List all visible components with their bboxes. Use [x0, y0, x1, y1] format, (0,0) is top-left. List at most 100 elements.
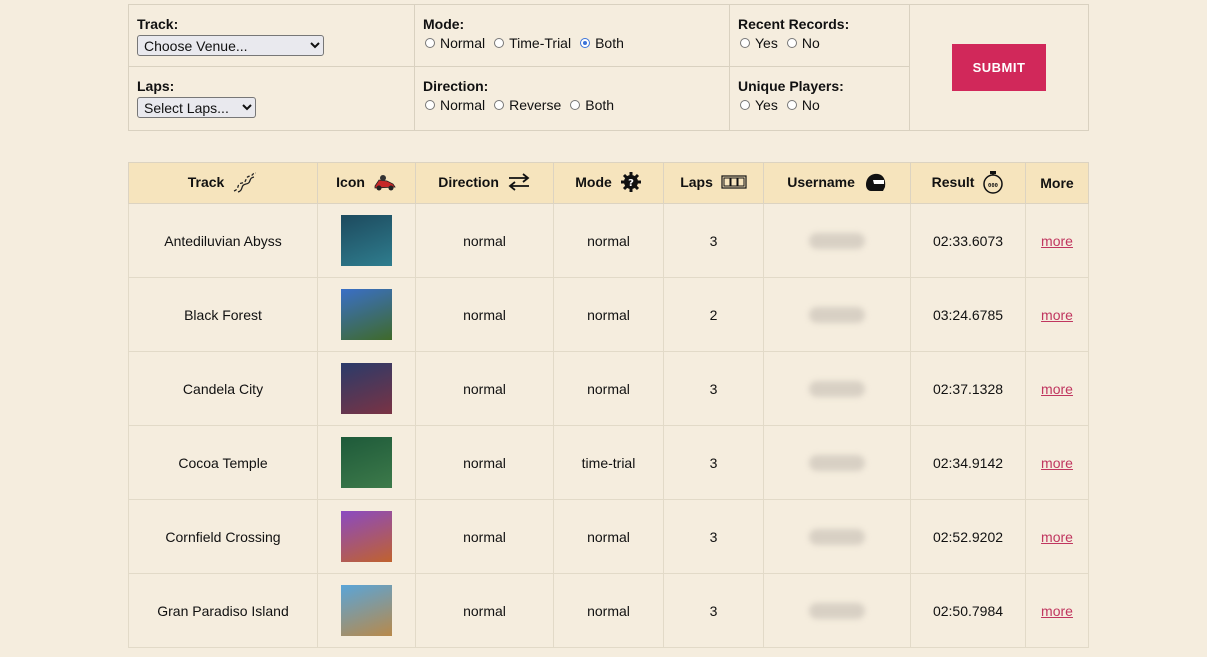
- stopwatch-icon: 000: [982, 170, 1004, 197]
- more-cell: more: [1025, 425, 1089, 500]
- track-cell: Gran Paradiso Island: [128, 573, 318, 648]
- unique-players-radio-no[interactable]: No: [785, 97, 820, 113]
- radio-checked-icon[interactable]: [580, 38, 591, 48]
- recent-records-radio-group: Yes No: [738, 35, 901, 51]
- radio-circle-icon[interactable]: [494, 100, 505, 110]
- recent-records-radio-yes[interactable]: Yes: [738, 35, 778, 51]
- header-direction[interactable]: Direction: [415, 162, 554, 204]
- result-cell: 02:34.9142: [910, 425, 1026, 500]
- swap-arrows-icon: [507, 172, 531, 195]
- unique-players-radio-yes[interactable]: Yes: [738, 97, 778, 113]
- radio-label: No: [801, 35, 820, 51]
- laps-cell: 3: [663, 573, 764, 648]
- result-cell: 02:50.7984: [910, 573, 1026, 648]
- direction-cell: normal: [415, 573, 554, 648]
- username-cell: [763, 351, 911, 426]
- track-cell: Cocoa Temple: [128, 425, 318, 500]
- icon-cell: [317, 203, 416, 278]
- radio-circle-icon[interactable]: [786, 100, 797, 110]
- header-username[interactable]: Username: [763, 162, 911, 204]
- result-cell: 02:52.9202: [910, 499, 1026, 574]
- radio-circle-icon[interactable]: [425, 38, 435, 48]
- unique-players-filter-cell: Unique Players: Yes No: [729, 66, 910, 131]
- more-link[interactable]: more: [1041, 529, 1073, 545]
- more-cell: more: [1025, 203, 1089, 278]
- result-cell: 02:37.1328: [910, 351, 1026, 426]
- submit-button[interactable]: SUBMIT: [952, 44, 1046, 91]
- recent-records-label: Recent Records:: [738, 16, 850, 32]
- kart-icon: [373, 172, 397, 195]
- radio-label: Both: [585, 97, 615, 113]
- header-mode-label: Mode: [575, 173, 612, 190]
- direction-radio-both[interactable]: Both: [568, 97, 614, 113]
- icon-cell: [317, 277, 416, 352]
- mode-radio-normal[interactable]: Normal: [423, 35, 485, 51]
- track-thumbnail: [341, 511, 392, 562]
- username-cell: [763, 573, 911, 648]
- radio-circle-icon[interactable]: [494, 38, 505, 48]
- submit-cell: SUBMIT: [909, 4, 1089, 131]
- more-cell: more: [1025, 573, 1089, 648]
- header-icon[interactable]: Icon: [317, 162, 416, 204]
- header-laps[interactable]: Laps: [663, 162, 764, 204]
- blurred-username: [809, 233, 865, 250]
- header-username-label: Username: [787, 173, 855, 190]
- laps-select[interactable]: Select Laps...: [137, 97, 256, 118]
- direction-cell: normal: [415, 425, 554, 500]
- laps-cell: 2: [663, 277, 764, 352]
- direction-cell: normal: [415, 203, 554, 278]
- winding-road-icon: [232, 171, 258, 196]
- unique-players-radio-group: Yes No: [738, 97, 901, 113]
- table-row: Antediluvian Abyss normal normal 3 02:33.607…: [128, 203, 1089, 278]
- laps-cell: 3: [663, 203, 764, 278]
- icon-cell: [317, 573, 416, 648]
- mode-cell: normal: [553, 277, 664, 352]
- radio-circle-icon[interactable]: [425, 100, 435, 110]
- more-link[interactable]: more: [1041, 455, 1073, 471]
- more-link[interactable]: more: [1041, 233, 1073, 249]
- mode-cell: normal: [553, 351, 664, 426]
- icon-cell: [317, 499, 416, 574]
- radio-circle-icon[interactable]: [786, 38, 797, 48]
- track-cell: Antediluvian Abyss: [128, 203, 318, 278]
- mode-radio-both[interactable]: Both: [578, 35, 624, 51]
- more-link[interactable]: more: [1041, 381, 1073, 397]
- header-laps-label: Laps: [680, 173, 713, 190]
- more-cell: more: [1025, 351, 1089, 426]
- direction-radio-reverse[interactable]: Reverse: [492, 97, 561, 113]
- mode-radio-time-trial[interactable]: Time-Trial: [492, 35, 571, 51]
- mode-cell: normal: [553, 499, 664, 574]
- mode-cell: normal: [553, 203, 664, 278]
- username-cell: [763, 425, 911, 500]
- header-direction-label: Direction: [438, 173, 499, 190]
- radio-label: Normal: [440, 97, 486, 113]
- more-link[interactable]: more: [1041, 307, 1073, 323]
- direction-radio-normal[interactable]: Normal: [423, 97, 485, 113]
- header-track[interactable]: Track: [128, 162, 318, 204]
- more-link[interactable]: more: [1041, 603, 1073, 619]
- blurred-username: [809, 603, 865, 620]
- lap-counter-icon: [721, 174, 747, 193]
- table-row: Gran Paradiso Island normal normal 3 02:50.7…: [128, 573, 1089, 648]
- table-row: Cornfield Crossing normal normal 3 02:52.920…: [128, 499, 1089, 574]
- recent-records-radio-no[interactable]: No: [785, 35, 820, 51]
- header-more-label: More: [1040, 175, 1074, 191]
- header-mode[interactable]: Mode ?: [553, 162, 664, 204]
- svg-text:?: ?: [628, 178, 634, 189]
- header-result[interactable]: Result 000: [910, 162, 1026, 204]
- mode-cell: time-trial: [553, 425, 664, 500]
- radio-circle-icon[interactable]: [740, 100, 750, 110]
- track-cell: Cornfield Crossing: [128, 499, 318, 574]
- table-row: Cocoa Temple normal time-trial 3 02:34.9142 m…: [128, 425, 1089, 500]
- table-row: Black Forest normal normal 2 03:24.6785 more: [128, 277, 1089, 352]
- svg-text:000: 000: [988, 183, 998, 189]
- radio-circle-icon[interactable]: [570, 100, 581, 110]
- track-select[interactable]: Choose Venue...: [137, 35, 324, 56]
- table-header-row: Track Icon Direction Mode ? Laps Usernam…: [128, 162, 1089, 204]
- radio-label: Yes: [755, 97, 778, 113]
- filter-form: Track: Choose Venue... Mode: Normal Time…: [128, 4, 1089, 131]
- radio-label: Both: [595, 35, 624, 51]
- result-cell: 02:33.6073: [910, 203, 1026, 278]
- laps-filter-label: Laps:: [137, 78, 175, 94]
- radio-circle-icon[interactable]: [740, 38, 750, 48]
